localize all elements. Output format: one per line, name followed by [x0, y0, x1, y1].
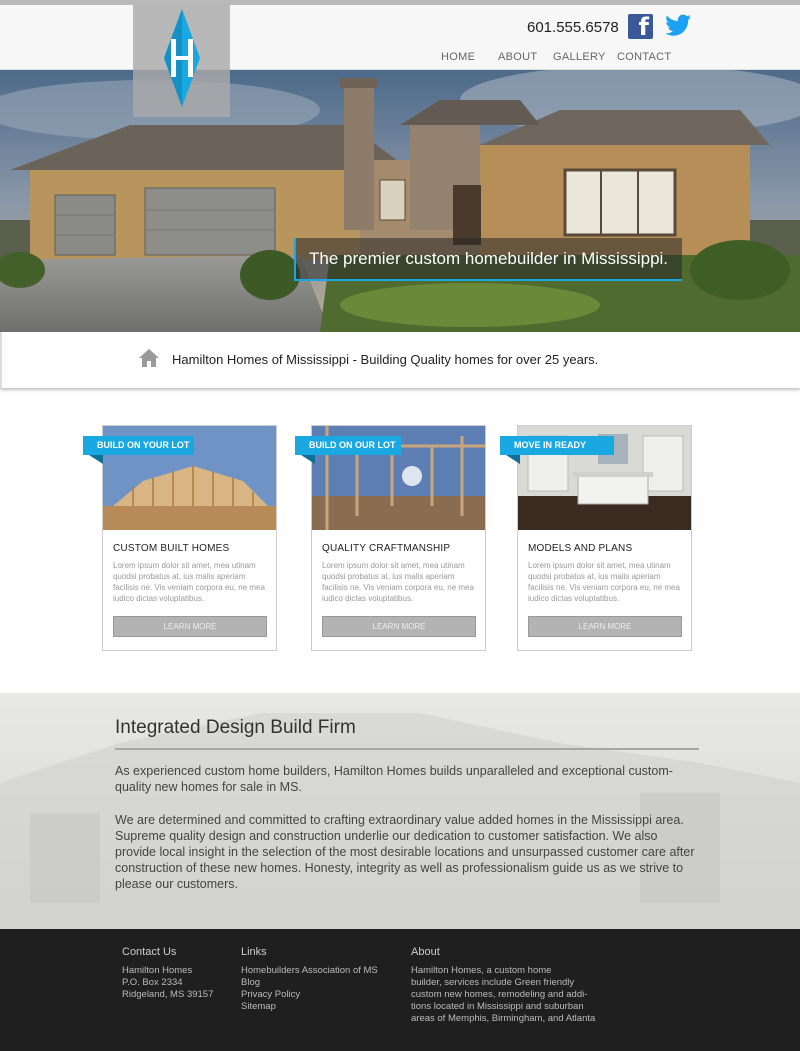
card-models-and-plans: MODELS AND PLANS Lorem ipsum dolor sit a… [517, 425, 692, 651]
facebook-icon[interactable]: f [628, 13, 653, 41]
footer-links-block: Homebuilders Association of MS Blog Priv… [241, 965, 378, 1013]
footer-about-line: areas of Memphis, Birmingham, and Atlant… [411, 1013, 596, 1024]
card-body: Lorem ipsum dolor sit amet, mea utinam q… [528, 561, 680, 603]
card-title: MODELS AND PLANS [528, 543, 633, 554]
learn-more-button[interactable]: LEARN MORE [113, 616, 267, 637]
intro-text: Hamilton Homes of Mississippi - Building… [172, 352, 599, 367]
footer-contact-block: Hamilton Homes P.O. Box 2334 Ridgeland, … [122, 965, 213, 1001]
learn-more-button[interactable]: LEARN MORE [528, 616, 682, 637]
nav-home[interactable]: HOME [441, 51, 475, 63]
learn-more-button[interactable]: LEARN MORE [322, 616, 476, 637]
footer-about-line: builder, services include Green friendly [411, 977, 575, 988]
nav-about[interactable]: ABOUT [498, 51, 537, 63]
footer-contact-line: Ridgeland, MS 39157 [122, 989, 214, 1000]
footer-about-heading: About [411, 946, 440, 958]
footer-about-block: Hamilton Homes, a custom home builder, s… [411, 965, 595, 1025]
footer-links-heading: Links [241, 946, 267, 958]
footer-contact-heading: Contact Us [122, 946, 177, 958]
about-section: Integrated Design Build Firm As experien… [0, 693, 800, 929]
ribbon-move-in-ready: MOVE IN READY [500, 436, 614, 464]
intro-strip: Hamilton Homes of Mississippi - Building… [0, 332, 800, 388]
footer-about-line: tions located in Mississippi and suburba… [411, 1001, 584, 1012]
footer-link[interactable]: Blog [241, 977, 378, 989]
about-paragraph-2: We are determined and committed to craft… [115, 813, 695, 891]
nav-contact[interactable]: CONTACT [617, 51, 671, 63]
ribbon-build-on-our-lot: BUILD ON OUR LOT [295, 436, 401, 464]
site-header: 601.555.6578 f HOME ABOUT GALLERY CONTAC… [0, 5, 800, 70]
hero-tagline: The premier custom homebuilder in Missis… [294, 238, 682, 281]
nav-gallery[interactable]: GALLERY [553, 51, 606, 63]
about-divider [115, 748, 699, 750]
footer-link[interactable]: Privacy Policy [241, 989, 378, 1001]
footer-contact-line: P.O. Box 2334 [122, 977, 183, 988]
card-title: CUSTOM BUILT HOMES [113, 543, 230, 554]
about-paragraph-1: As experienced custom home builders, Ham… [115, 764, 673, 794]
card-quality-craftmanship: QUALITY CRAFTMANSHIP Lorem ipsum dolor s… [311, 425, 486, 651]
logo[interactable] [133, 5, 230, 117]
footer-link[interactable]: Sitemap [241, 1001, 378, 1013]
footer-contact-line: Hamilton Homes [122, 965, 193, 976]
ribbon-build-on-your-lot: BUILD ON YOUR LOT [83, 436, 194, 464]
about-title: Integrated Design Build Firm [115, 717, 356, 738]
h-diamond-logo-icon [164, 9, 200, 107]
footer-about-line: Hamilton Homes, a custom home [411, 965, 552, 976]
hero-banner [0, 70, 800, 332]
card-custom-built-homes: CUSTOM BUILT HOMES Lorem ipsum dolor sit… [102, 425, 277, 651]
card-title: QUALITY CRAFTMANSHIP [322, 543, 451, 554]
home-icon [139, 349, 159, 367]
phone-number[interactable]: 601.555.6578 [527, 19, 619, 36]
card-body: Lorem ipsum dolor sit amet, mea utinam q… [113, 561, 265, 603]
house-photo [0, 70, 800, 332]
footer-about-line: custom new homes, remodeling and addi- [411, 989, 588, 1000]
site-footer: Contact Us Hamilton Homes P.O. Box 2334 … [0, 929, 800, 1051]
card-body: Lorem ipsum dolor sit amet, mea utinam q… [322, 561, 474, 603]
twitter-icon[interactable] [664, 14, 692, 38]
footer-link[interactable]: Homebuilders Association of MS [241, 965, 378, 977]
